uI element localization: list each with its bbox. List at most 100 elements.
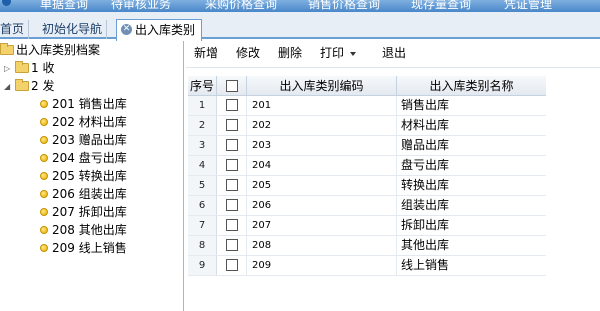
tab-home[interactable]: 首页 — [0, 20, 30, 39]
tree-leaf-label: 204 盘亏出库 — [52, 151, 127, 165]
row-number: 5 — [188, 176, 217, 195]
top-menu-bar: 单据查询 待审核业务 采购价格查询 销售价格查询 现存量查询 凭证管理 — [0, 0, 600, 12]
close-icon[interactable]: ✕ — [121, 24, 132, 35]
app-logo-icon — [2, 0, 11, 6]
folder-open-icon — [15, 78, 29, 91]
row-checkbox[interactable] — [225, 158, 238, 171]
delete-button[interactable]: 删除 — [278, 44, 302, 62]
tree-leaf-label: 205 转换出库 — [52, 169, 127, 183]
tree-group-issue[interactable]: ◢ 2 发 — [4, 77, 54, 95]
row-name: 转换出库 — [401, 178, 450, 192]
tab-bar: 首页 初始化导航 ✕ 出入库类别 — [0, 12, 600, 41]
row-select-cell[interactable] — [217, 236, 247, 255]
edit-button[interactable]: 修改 — [236, 44, 260, 62]
row-select-cell[interactable] — [217, 176, 247, 195]
row-select-cell[interactable] — [217, 256, 247, 275]
row-name: 销售出库 — [401, 98, 450, 112]
category-tree: 出入库类别档案 ▷ 1 收 ◢ 2 发 201 销售出库 202 材料出库 203 … — [0, 41, 184, 311]
col-header-select[interactable] — [217, 76, 247, 96]
tree-leaf[interactable]: 203 赠品出库 — [40, 131, 127, 149]
row-checkbox[interactable] — [225, 258, 238, 271]
print-button[interactable]: 打印 — [320, 44, 357, 62]
grid-header: 序号 出入库类别编码 出入库类别名称 — [188, 76, 546, 96]
print-label: 打印 — [320, 46, 345, 60]
row-code: 209 — [247, 256, 397, 275]
tree-group-label: 2 发 — [31, 79, 55, 93]
tab-label: 首页 — [0, 22, 25, 36]
tree-leaf-label: 201 销售出库 — [52, 97, 127, 111]
tree-root-label: 出入库类别档案 — [16, 43, 101, 57]
tree-leaf[interactable]: 208 其他出库 — [40, 221, 127, 239]
tab-label: 初始化导航 — [42, 22, 103, 36]
leaf-icon — [40, 189, 48, 198]
row-code: 202 — [247, 116, 397, 135]
menu-item-pending-review[interactable]: 待审核业务 — [111, 0, 171, 12]
exit-button[interactable]: 退出 — [382, 44, 406, 62]
row-select-cell[interactable] — [217, 96, 247, 115]
row-name: 材料出库 — [401, 118, 450, 132]
table-row[interactable]: 3 203 赠品出库 — [188, 136, 546, 156]
expand-icon[interactable]: ▷ — [4, 60, 13, 78]
row-name: 拆卸出库 — [401, 218, 450, 232]
tab-io-category[interactable]: ✕ 出入库类别 — [116, 19, 203, 41]
row-select-cell[interactable] — [217, 216, 247, 235]
table-row[interactable]: 8 208 其他出库 — [188, 236, 546, 256]
tree-leaf-label: 206 组装出库 — [52, 187, 127, 201]
menu-item-voucher[interactable]: 凭证管理 — [504, 0, 552, 12]
leaf-icon — [40, 207, 48, 216]
table-row[interactable]: 4 204 盘亏出库 — [188, 156, 546, 176]
tree-leaf[interactable]: 207 拆卸出库 — [40, 203, 127, 221]
table-row[interactable]: 7 207 拆卸出库 — [188, 216, 546, 236]
collapse-icon[interactable]: ◢ — [4, 78, 13, 96]
table-row[interactable]: 5 205 转换出库 — [188, 176, 546, 196]
tree-leaf[interactable]: 209 线上销售 — [40, 239, 127, 257]
tree-leaf[interactable]: 202 材料出库 — [40, 113, 127, 131]
row-checkbox[interactable] — [225, 238, 238, 251]
tree-leaf-label: 207 拆卸出库 — [52, 205, 127, 219]
row-select-cell[interactable] — [217, 116, 247, 135]
row-number: 3 — [188, 136, 217, 155]
row-select-cell[interactable] — [217, 136, 247, 155]
row-checkbox[interactable] — [225, 178, 238, 191]
leaf-icon — [40, 99, 48, 108]
tree-root[interactable]: 出入库类别档案 — [0, 41, 100, 59]
leaf-icon — [40, 171, 48, 180]
row-select-cell[interactable] — [217, 196, 247, 215]
row-checkbox[interactable] — [225, 218, 238, 231]
col-header-name[interactable]: 出入库类别名称 — [397, 76, 546, 96]
col-header-code[interactable]: 出入库类别编码 — [247, 76, 397, 96]
tree-group-label: 1 收 — [31, 61, 55, 75]
row-checkbox[interactable] — [225, 138, 238, 151]
table-row[interactable]: 6 206 组装出库 — [188, 196, 546, 216]
row-checkbox[interactable] — [225, 98, 238, 111]
row-code: 208 — [247, 236, 397, 255]
toolbar: 新增 修改 删除 打印 退出 — [186, 41, 600, 65]
col-header-no: 序号 — [188, 76, 217, 96]
row-code: 207 — [247, 216, 397, 235]
row-checkbox[interactable] — [225, 118, 238, 131]
menu-item-document-query[interactable]: 单据查询 — [40, 0, 88, 12]
menu-item-sales-price[interactable]: 销售价格查询 — [308, 0, 380, 12]
leaf-icon — [40, 153, 48, 162]
tab-init-nav[interactable]: 初始化导航 — [38, 20, 108, 39]
add-button[interactable]: 新增 — [194, 44, 218, 62]
table-row[interactable]: 1 201 销售出库 — [188, 96, 546, 116]
row-name: 其他出库 — [401, 238, 450, 252]
select-all-checkbox[interactable] — [225, 79, 238, 92]
row-name: 线上销售 — [401, 258, 450, 272]
leaf-icon — [40, 225, 48, 234]
tree-leaf[interactable]: 206 组装出库 — [40, 185, 127, 203]
row-select-cell[interactable] — [217, 156, 247, 175]
tree-leaf[interactable]: 204 盘亏出库 — [40, 149, 127, 167]
tree-leaf[interactable]: 201 销售出库 — [40, 95, 127, 113]
tree-group-receive[interactable]: ▷ 1 收 — [4, 59, 54, 77]
row-checkbox[interactable] — [225, 198, 238, 211]
table-row[interactable]: 2 202 材料出库 — [188, 116, 546, 136]
row-code: 203 — [247, 136, 397, 155]
tree-leaf-label: 202 材料出库 — [52, 115, 127, 129]
menu-item-purchase-price[interactable]: 采购价格查询 — [205, 0, 277, 12]
row-number: 8 — [188, 236, 217, 255]
table-row[interactable]: 9 209 线上销售 — [188, 256, 546, 276]
menu-item-stock-query[interactable]: 现存量查询 — [411, 0, 471, 12]
tree-leaf[interactable]: 205 转换出库 — [40, 167, 127, 185]
